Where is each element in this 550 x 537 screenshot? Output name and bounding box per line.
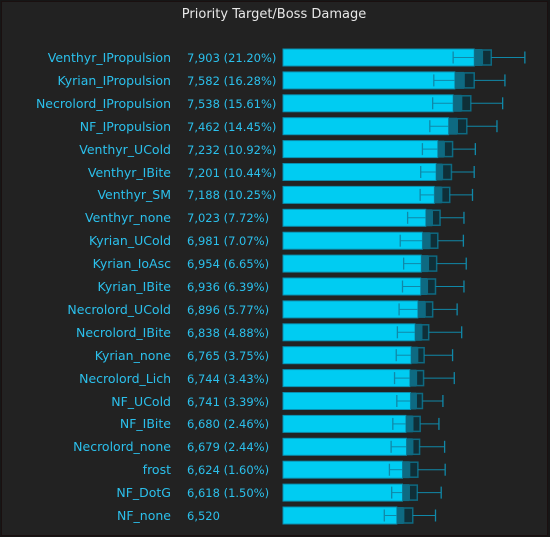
box-upper bbox=[415, 392, 424, 410]
bar bbox=[282, 414, 407, 433]
bar bbox=[282, 185, 435, 204]
box-lower bbox=[409, 369, 417, 387]
bar bbox=[282, 346, 412, 365]
bar bbox=[282, 323, 416, 342]
box-upper bbox=[424, 301, 434, 318]
box-lower bbox=[405, 415, 413, 433]
box-lower bbox=[411, 346, 418, 364]
bar bbox=[282, 71, 456, 90]
bar bbox=[282, 392, 411, 410]
box-upper bbox=[408, 461, 419, 478]
box-lower bbox=[406, 438, 413, 456]
box-upper bbox=[440, 186, 451, 204]
box-lower bbox=[421, 255, 429, 273]
bar bbox=[282, 369, 411, 388]
bar bbox=[282, 163, 437, 181]
box-lower bbox=[436, 163, 443, 181]
box-lower bbox=[422, 232, 430, 250]
bar bbox=[282, 208, 427, 227]
box-lower bbox=[415, 323, 422, 341]
bar bbox=[282, 140, 439, 159]
box-upper bbox=[408, 484, 419, 501]
box-upper bbox=[460, 95, 472, 112]
box-upper bbox=[431, 209, 441, 227]
box-upper bbox=[456, 117, 468, 135]
box-lower bbox=[474, 49, 483, 66]
bar bbox=[282, 94, 454, 113]
box-upper bbox=[441, 163, 453, 181]
box-lower bbox=[402, 484, 410, 502]
bar bbox=[282, 117, 450, 136]
bar-chart bbox=[282, 48, 526, 525]
box-lower bbox=[410, 392, 417, 410]
bar bbox=[282, 254, 422, 273]
box-upper bbox=[420, 324, 430, 341]
box-lower bbox=[453, 94, 462, 112]
bar bbox=[282, 506, 398, 525]
box-lower bbox=[396, 507, 404, 524]
box-lower bbox=[425, 209, 433, 227]
box-upper bbox=[402, 507, 414, 524]
box-upper bbox=[443, 140, 454, 158]
box-upper bbox=[415, 369, 425, 387]
box-upper bbox=[426, 278, 437, 295]
bar bbox=[282, 483, 403, 502]
bar bbox=[282, 460, 403, 479]
bar bbox=[282, 277, 422, 296]
box-upper bbox=[411, 415, 421, 433]
box-lower bbox=[420, 278, 428, 295]
box-lower bbox=[437, 140, 445, 158]
box-upper bbox=[427, 255, 438, 272]
box-lower bbox=[448, 117, 458, 135]
box-upper bbox=[463, 72, 475, 89]
bar bbox=[282, 437, 407, 456]
box-upper bbox=[429, 232, 439, 249]
box-upper bbox=[416, 346, 425, 364]
box-upper bbox=[481, 49, 493, 66]
bar bbox=[282, 48, 475, 67]
box-lower bbox=[417, 300, 426, 318]
box-upper bbox=[411, 438, 421, 456]
box-lower bbox=[454, 71, 465, 89]
box-lower bbox=[402, 461, 410, 479]
bar bbox=[282, 300, 419, 319]
box-lower bbox=[434, 186, 442, 204]
